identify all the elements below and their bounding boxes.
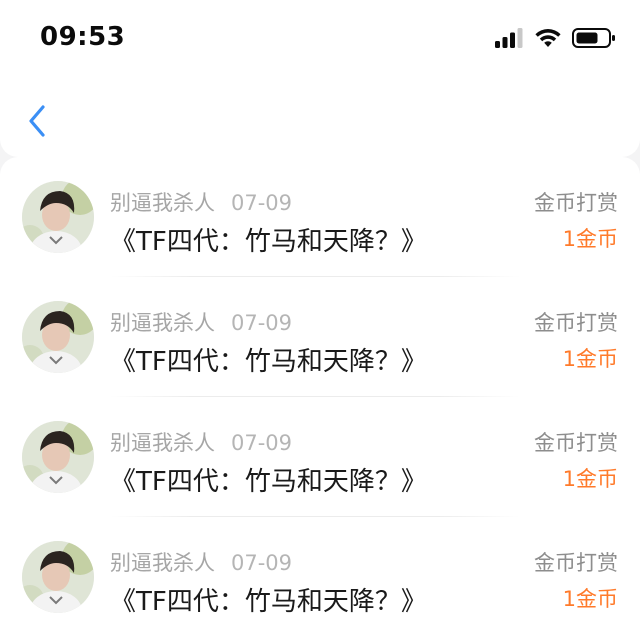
screen: 09:53 别逼我杀人 07-09 《TF四代：竹马和天降？》 金币打赏 1金币… [0,0,640,628]
item-meta: 别逼我杀人 07-09 [110,547,292,577]
reward-list: 别逼我杀人 07-09 《TF四代：竹马和天降？》 金币打赏 1金币 别逼我杀人… [0,157,640,628]
list-item[interactable]: 别逼我杀人 07-09 《TF四代：竹马和天降？》 金币打赏 1金币 [0,517,640,628]
wifi-icon [534,27,562,53]
reward-amount: 1金币 [562,227,618,251]
date: 07-09 [231,431,293,455]
reward-label: 金币打赏 [534,191,618,215]
reward-amount: 1金币 [562,347,618,371]
list-item[interactable]: 别逼我杀人 07-09 《TF四代：竹马和天降？》 金币打赏 1金币 [0,157,640,277]
list-item[interactable]: 别逼我杀人 07-09 《TF四代：竹马和天降？》 金币打赏 1金币 [0,277,640,397]
book-title[interactable]: 《TF四代：竹马和天降？》 [110,581,427,618]
username[interactable]: 别逼我杀人 [110,431,215,455]
username[interactable]: 别逼我杀人 [110,311,215,335]
book-title[interactable]: 《TF四代：竹马和天降？》 [110,461,427,498]
date: 07-09 [231,191,293,215]
user-avatar-image [22,541,94,613]
book-title[interactable]: 《TF四代：竹马和天降？》 [110,341,427,378]
username[interactable]: 别逼我杀人 [110,191,215,215]
user-avatar-image [22,421,94,493]
reward-label: 金币打赏 [534,551,618,575]
back-button[interactable] [18,100,56,146]
reward-amount: 1金币 [562,587,618,611]
status-time: 09:53 [40,22,126,52]
book-title[interactable]: 《TF四代：竹马和天降？》 [110,221,427,258]
avatar[interactable] [22,301,94,373]
battery-icon [572,27,616,53]
reward-label: 金币打赏 [534,311,618,335]
item-meta: 别逼我杀人 07-09 [110,307,292,337]
header: 09:53 [0,0,640,157]
item-meta: 别逼我杀人 07-09 [110,187,292,217]
date: 07-09 [231,551,293,575]
reward-label: 金币打赏 [534,431,618,455]
list-item[interactable]: 别逼我杀人 07-09 《TF四代：竹马和天降？》 金币打赏 1金币 [0,397,640,517]
user-avatar-image [22,301,94,373]
user-avatar-image [22,181,94,253]
date: 07-09 [231,311,293,335]
item-meta: 别逼我杀人 07-09 [110,427,292,457]
avatar[interactable] [22,541,94,613]
chevron-left-icon [26,104,48,142]
reward-amount: 1金币 [562,467,618,491]
avatar[interactable] [22,181,94,253]
avatar[interactable] [22,421,94,493]
username[interactable]: 别逼我杀人 [110,551,215,575]
status-icons [494,28,616,52]
cellular-signal-icon [494,27,524,53]
